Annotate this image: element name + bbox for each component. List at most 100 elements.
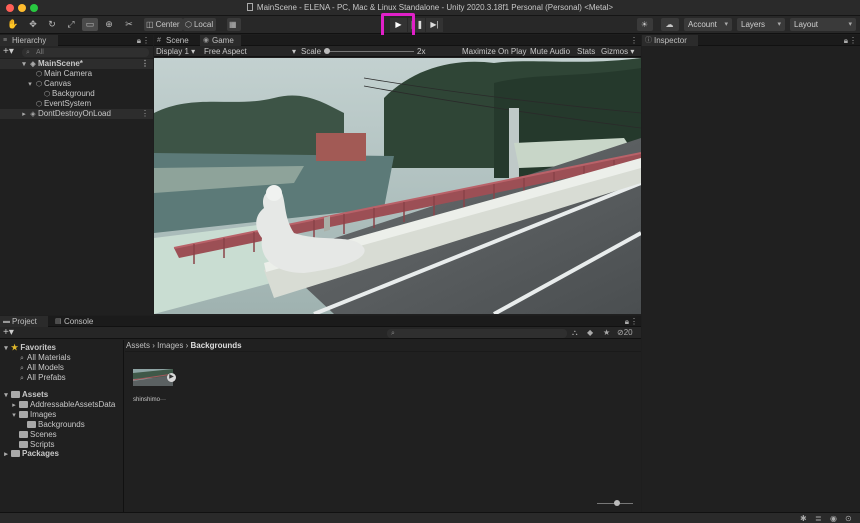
packages-folder[interactable]: ▸ Packages xyxy=(2,449,59,459)
hierarchy-panel: ≡ Hierarchy 🔒︎ ⋮ +▾ ⌕ All ▾ ◈ MainScene* ⋮ ⬡ M… xyxy=(0,35,153,315)
grid-icon: ▦ xyxy=(229,20,237,29)
scale-label: Scale xyxy=(301,47,322,56)
more-options-icon[interactable]: ⋮ xyxy=(849,35,857,46)
document-icon xyxy=(246,3,253,11)
collab-button[interactable]: ☀ xyxy=(637,18,653,31)
rendered-scene-image xyxy=(154,58,641,314)
folder-icon xyxy=(11,450,20,457)
more-options-icon[interactable]: ⋮ xyxy=(141,59,149,69)
star-icon: ★ xyxy=(11,343,21,352)
favorite-star-icon[interactable]: ★ xyxy=(603,327,610,339)
project-search-input[interactable]: ⌕ xyxy=(387,329,567,338)
hierarchy-item-main-camera[interactable]: ⬡ Main Camera xyxy=(35,69,92,79)
add-object-button[interactable]: +▾ xyxy=(3,46,14,58)
asset-item[interactable]: ▶ shinshimo··· xyxy=(132,369,177,409)
folder-open-icon xyxy=(19,411,28,418)
tab-hierarchy[interactable]: ≡ Hierarchy xyxy=(0,35,58,46)
scale-tool-icon[interactable]: ⤢ xyxy=(63,18,79,31)
favorite-all-materials[interactable]: ⌕ All Materials xyxy=(18,353,71,363)
account-dropdown[interactable]: Account ▾ xyxy=(684,18,732,31)
favorite-all-models[interactable]: ⌕ All Models xyxy=(18,363,64,373)
status-bar: ✱ ≣ ◉ ⊙ xyxy=(0,512,860,523)
chevron-down-icon: ▾ xyxy=(724,21,728,28)
create-asset-button[interactable]: +▾ xyxy=(3,327,14,339)
eye-slash-icon: ⊘ xyxy=(617,328,624,337)
search-by-label-icon[interactable]: ◆ xyxy=(587,327,593,339)
maximize-on-play-toggle[interactable]: Maximize On Play xyxy=(462,46,526,57)
game-view-render[interactable] xyxy=(154,58,641,314)
hierarchy-item-eventsystem[interactable]: ⬡ EventSystem xyxy=(35,99,91,109)
pivot-center-toggle[interactable]: ◫ Center xyxy=(144,18,183,31)
tab-scene[interactable]: # Scene xyxy=(154,35,199,46)
hidden-packages-toggle[interactable]: ⊘20 xyxy=(617,327,633,339)
breadcrumb-images[interactable]: Images xyxy=(157,341,183,350)
search-by-type-icon[interactable]: ⛬ xyxy=(572,327,578,339)
more-options-icon[interactable]: ⋮ xyxy=(630,316,638,327)
folder-images[interactable]: ▾ Images xyxy=(10,410,56,420)
layout-dropdown[interactable]: Layout ▾ xyxy=(790,18,856,31)
breadcrumb-backgrounds[interactable]: Backgrounds xyxy=(191,341,242,350)
scene-grid-icon: # xyxy=(157,37,161,44)
scale-slider-handle[interactable] xyxy=(324,48,330,54)
debug-icon[interactable]: ✱ xyxy=(800,514,807,523)
cache-server-icon[interactable]: ≣ xyxy=(815,514,822,523)
favorites-group[interactable]: ▾ ★ Favorites xyxy=(2,343,56,353)
scene-row-dontdestroyonload[interactable]: ▸ ◈ DontDestroyOnLoad ⋮ xyxy=(0,109,153,119)
game-view-toolbar: Display 1 ▾ Free Aspect ▾ Scale 2x Maximi… xyxy=(154,46,641,57)
grid-snap-button[interactable]: ▦ xyxy=(227,18,241,31)
folder-scenes[interactable]: Scenes xyxy=(19,430,57,440)
tab-game[interactable]: ◉ Game xyxy=(200,35,241,46)
custom-tool-icon[interactable]: ✂ xyxy=(121,18,137,31)
project-tabbar: ▬ Project ▤ Console 🔒︎ ⋮ xyxy=(0,316,641,327)
space-local-toggle[interactable]: ⬡ Local xyxy=(183,18,217,31)
project-panel: ▬ Project ▤ Console 🔒︎ ⋮ +▾ ⌕ ⛬ ◆ ★ ⊘20 ▾ ★… xyxy=(0,316,641,512)
hand-tool-icon[interactable]: ✋ xyxy=(5,18,21,31)
folder-backgrounds[interactable]: Backgrounds xyxy=(0,420,123,430)
lock-icon[interactable]: 🔒︎ xyxy=(625,316,629,327)
hierarchy-search-input[interactable]: ⌕ All xyxy=(22,48,149,57)
more-options-icon[interactable]: ⋮ xyxy=(630,35,638,46)
folder-icon xyxy=(19,431,28,438)
stats-toggle[interactable]: Stats xyxy=(577,46,595,57)
more-options-icon[interactable]: ⋮ xyxy=(142,35,150,46)
hierarchy-item-background[interactable]: ⬡ Background xyxy=(43,89,95,99)
pivot-icon: ◫ xyxy=(146,20,154,29)
thumbnail-size-slider-handle[interactable] xyxy=(614,500,620,506)
title-bar: MainScene - ELENA - PC, Mac & Linux Stan… xyxy=(0,0,860,16)
hierarchy-item-canvas[interactable]: ▾ ⬡ Canvas xyxy=(26,79,71,89)
tab-project[interactable]: ▬ Project xyxy=(0,316,48,327)
gizmos-dropdown[interactable]: Gizmos ▾ xyxy=(601,46,634,57)
lock-icon[interactable]: 🔒︎ xyxy=(844,35,848,46)
step-button[interactable]: ▶| xyxy=(426,18,443,32)
main-toolbar: ✋ ✥ ↻ ⤢ ▭ ⊕ ✂ ◫ Center ⬡ Local ▦ ▶ ❚❚ ▶| ☀… xyxy=(0,16,860,34)
window-title: MainScene - ELENA - PC, Mac & Linux Stan… xyxy=(0,3,860,12)
expand-arrow-icon: ▾ xyxy=(28,81,32,88)
cloud-button[interactable]: ☁ xyxy=(661,18,679,31)
rotate-tool-icon[interactable]: ↻ xyxy=(44,18,60,31)
transform-tool-icon[interactable]: ⊕ xyxy=(101,18,117,31)
aspect-dropdown[interactable]: Free Aspect ▾ xyxy=(204,46,296,57)
assets-folder[interactable]: ▾ Assets xyxy=(2,390,48,400)
tab-inspector[interactable]: ⓘ Inspector xyxy=(642,35,698,46)
info-icon: ⓘ xyxy=(645,37,652,44)
progress-icon[interactable]: ◉ xyxy=(830,514,837,523)
more-options-icon[interactable]: ⋮ xyxy=(141,109,149,119)
rect-tool-icon[interactable]: ▭ xyxy=(82,18,98,31)
gamepad-icon: ◉ xyxy=(203,37,210,44)
folder-addressableassetsdata[interactable]: ▸ AddressableAssetsData xyxy=(10,400,115,410)
move-tool-icon[interactable]: ✥ xyxy=(25,18,41,31)
check-icon[interactable]: ⊙ xyxy=(845,514,852,523)
favorite-all-prefabs[interactable]: ⌕ All Prefabs xyxy=(18,373,66,383)
search-icon: ⌕ xyxy=(391,330,395,337)
chevron-down-icon: ▾ xyxy=(191,47,196,56)
mute-audio-toggle[interactable]: Mute Audio xyxy=(530,46,570,57)
layers-dropdown[interactable]: Layers ▾ xyxy=(737,18,785,31)
scene-row-mainscene[interactable]: ▾ ◈ MainScene* ⋮ xyxy=(0,59,153,69)
play-preview-icon[interactable]: ▶ xyxy=(167,373,176,382)
folder-icon xyxy=(27,421,36,428)
breadcrumb-assets[interactable]: Assets xyxy=(126,341,150,350)
display-dropdown[interactable]: Display 1 ▾ xyxy=(156,46,195,57)
lock-icon[interactable]: 🔒︎ xyxy=(137,35,141,46)
scale-slider[interactable] xyxy=(324,51,414,52)
tab-console[interactable]: ▤ Console xyxy=(52,316,102,327)
